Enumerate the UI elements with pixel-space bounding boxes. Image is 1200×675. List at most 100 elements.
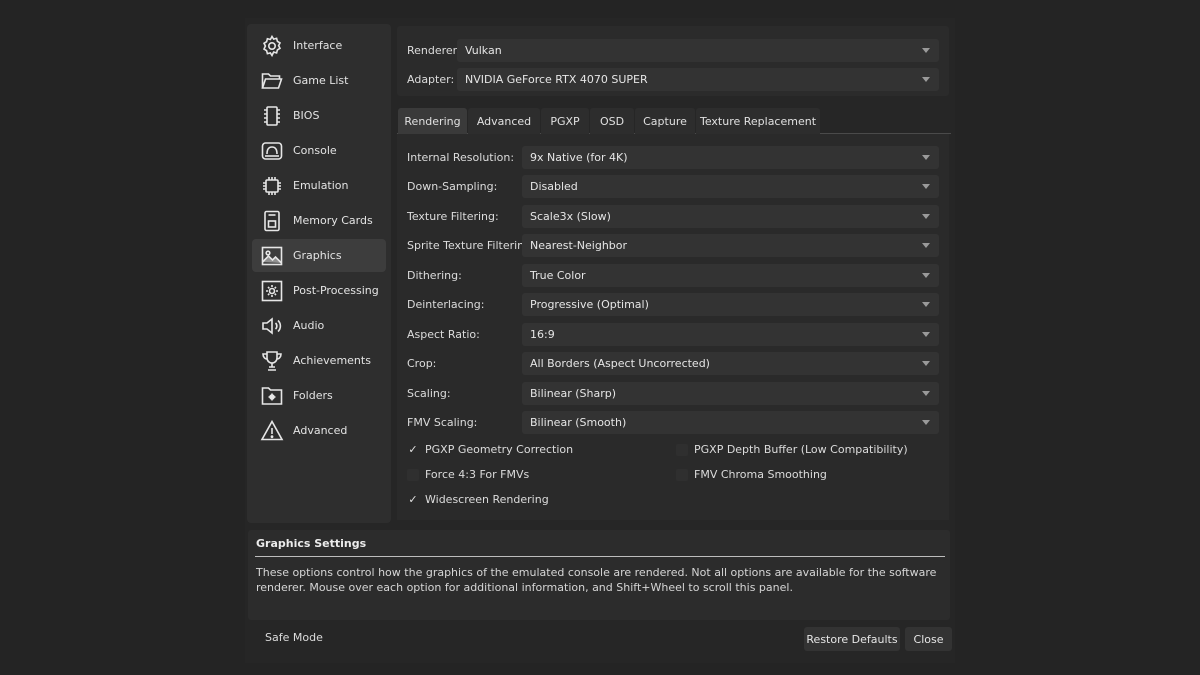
sidebar-item-memory-cards[interactable]: Memory Cards (252, 204, 386, 237)
tab-capture[interactable]: Capture (635, 108, 695, 134)
fmv-chroma-smoothing-checkbox[interactable]: FMV Chroma Smoothing (676, 468, 827, 481)
tab-texture-replacement[interactable]: Texture Replacement (696, 108, 820, 134)
restore-defaults-button[interactable]: Restore Defaults (804, 627, 900, 651)
scaling-select[interactable]: Bilinear (Sharp) (522, 382, 939, 405)
sidebar-item-interface[interactable]: Interface (252, 29, 386, 62)
sprite-texture-filtering-label: Sprite Texture Filtering: (407, 239, 535, 252)
tab-pgxp[interactable]: PGXP (541, 108, 589, 134)
chevron-down-icon (922, 391, 930, 396)
divider (255, 556, 945, 557)
aspect-ratio-select[interactable]: 16:9 (522, 323, 939, 346)
checkbox-label: PGXP Depth Buffer (Low Compatibility) (694, 443, 908, 456)
select-value: 9x Native (for 4K) (530, 151, 628, 164)
pgxp-depth-buffer-checkbox[interactable]: PGXP Depth Buffer (Low Compatibility) (676, 443, 908, 456)
tab-label: Texture Replacement (699, 114, 817, 128)
speaker-icon (259, 313, 285, 339)
dithering-label: Dithering: (407, 269, 462, 282)
tab-rendering[interactable]: Rendering (398, 108, 467, 134)
select-value: Nearest-Neighbor (530, 239, 628, 252)
adapter-select[interactable]: NVIDIA GeForce RTX 4070 SUPER (457, 68, 939, 91)
image-icon (259, 243, 285, 269)
adapter-value: NVIDIA GeForce RTX 4070 SUPER (465, 73, 648, 86)
down-sampling-select[interactable]: Disabled (522, 175, 939, 198)
tab-label: OSD (599, 114, 625, 128)
force-4-3-fmvs-checkbox[interactable]: Force 4:3 For FMVs (407, 468, 529, 481)
safe-mode-checkbox[interactable]: Safe Mode (250, 631, 323, 644)
adapter-label: Adapter: (407, 73, 455, 86)
sidebar-item-game-list[interactable]: Game List (252, 64, 386, 97)
sidebar-item-audio[interactable]: Audio (252, 309, 386, 342)
rendering-panel: Internal Resolution: 9x Native (for 4K) … (397, 134, 949, 520)
checkbox-label: Force 4:3 For FMVs (425, 468, 530, 481)
sidebar-item-post-processing[interactable]: Post-Processing (252, 274, 386, 307)
sidebar-item-label: Folders (293, 389, 333, 402)
warning-icon (259, 418, 285, 444)
chevron-down-icon (922, 273, 930, 278)
console-icon (259, 138, 285, 164)
trophy-icon (259, 348, 285, 374)
internal-resolution-select[interactable]: 9x Native (for 4K) (522, 146, 939, 169)
chevron-down-icon (922, 243, 930, 248)
select-value: Disabled (530, 180, 578, 193)
sidebar-item-emulation[interactable]: Emulation (252, 169, 386, 202)
memory-card-icon (259, 208, 285, 234)
tab-label: Rendering (404, 114, 461, 128)
checkbox-box (250, 633, 260, 643)
cpu-icon (259, 173, 285, 199)
renderer-select[interactable]: Vulkan (457, 39, 939, 62)
deinterlacing-select[interactable]: Progressive (Optimal) (522, 293, 939, 316)
scaling-label: Scaling: (407, 387, 451, 400)
chevron-down-icon (922, 184, 930, 189)
renderer-value: Vulkan (465, 44, 502, 57)
sidebar-item-label: Achievements (293, 354, 371, 367)
sidebar-item-folders[interactable]: Folders (252, 379, 386, 412)
button-label: Restore Defaults (806, 632, 898, 646)
checkbox-box (676, 443, 688, 456)
sidebar-item-label: Advanced (293, 424, 348, 437)
texture-filtering-select[interactable]: Scale3x (Slow) (522, 205, 939, 228)
sidebar-item-label: Console (293, 144, 337, 157)
fmv-scaling-label: FMV Scaling: (407, 416, 478, 429)
select-value: Progressive (Optimal) (530, 298, 649, 311)
sidebar-item-advanced[interactable]: Advanced (252, 414, 386, 447)
deinterlacing-label: Deinterlacing: (407, 298, 485, 311)
chevron-down-icon (922, 48, 930, 53)
dithering-select[interactable]: True Color (522, 264, 939, 287)
sprite-texture-filtering-select[interactable]: Nearest-Neighbor (522, 234, 939, 257)
select-value: Bilinear (Smooth) (530, 416, 627, 429)
sidebar: Interface Game List BIOS Console Emulati… (247, 24, 391, 523)
widescreen-rendering-checkbox[interactable]: ✓ Widescreen Rendering (407, 493, 548, 506)
tab-osd[interactable]: OSD (590, 108, 634, 134)
renderer-label: Renderer: (407, 44, 461, 57)
select-value: True Color (530, 269, 586, 282)
chevron-down-icon (922, 302, 930, 307)
sidebar-item-graphics[interactable]: Graphics (252, 239, 386, 272)
close-button[interactable]: Close (905, 627, 952, 651)
folder-open-icon (259, 68, 285, 94)
description-panel: Graphics Settings These options control … (248, 530, 950, 620)
sidebar-item-bios[interactable]: BIOS (252, 99, 386, 132)
checkmark-icon: ✓ (408, 493, 418, 506)
tab-advanced[interactable]: Advanced (468, 108, 540, 134)
fmv-scaling-select[interactable]: Bilinear (Smooth) (522, 411, 939, 434)
internal-resolution-label: Internal Resolution: (407, 151, 515, 164)
folder-gear-icon (259, 383, 285, 409)
pgxp-geometry-correction-checkbox[interactable]: ✓ PGXP Geometry Correction (407, 443, 573, 456)
select-value: All Borders (Aspect Uncorrected) (530, 357, 710, 370)
checkbox-box (407, 468, 419, 481)
sidebar-item-label: Emulation (293, 179, 349, 192)
crop-label: Crop: (407, 357, 437, 370)
select-value: Bilinear (Sharp) (530, 387, 616, 400)
sun-icon (259, 278, 285, 304)
chevron-down-icon (922, 77, 930, 82)
chevron-down-icon (922, 214, 930, 219)
crop-select[interactable]: All Borders (Aspect Uncorrected) (522, 352, 939, 375)
checkbox-label: PGXP Geometry Correction (425, 443, 574, 456)
sidebar-item-label: Post-Processing (293, 284, 379, 297)
button-label: Close (913, 632, 944, 646)
checkbox-box (676, 468, 688, 481)
sidebar-item-console[interactable]: Console (252, 134, 386, 167)
tab-bar: Rendering Advanced PGXP OSD Capture Text… (397, 108, 951, 134)
description-title: Graphics Settings (256, 537, 367, 550)
sidebar-item-achievements[interactable]: Achievements (252, 344, 386, 377)
